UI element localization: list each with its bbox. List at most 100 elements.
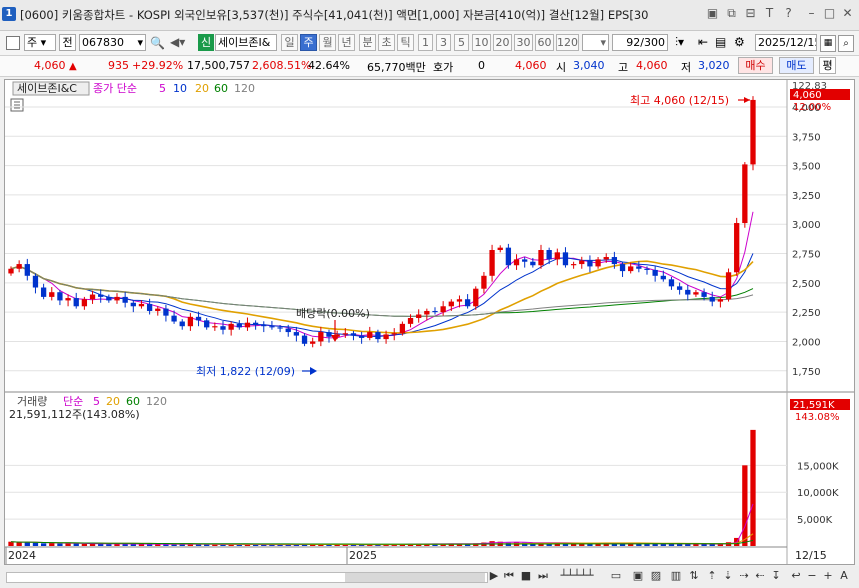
sell-button[interactable]: 매도 xyxy=(779,57,814,74)
scroll-thumb[interactable] xyxy=(345,573,485,582)
candle-body xyxy=(750,99,756,165)
date-field[interactable]: 2025/12/15 xyxy=(755,34,817,51)
interval-20[interactable]: 20 xyxy=(493,34,512,51)
tool-1-icon[interactable]: ▭ xyxy=(608,568,624,584)
count-field[interactable]: 92/300 xyxy=(612,34,668,51)
candle-body xyxy=(301,335,308,344)
interval-30[interactable]: 30 xyxy=(514,34,533,51)
help-icon[interactable]: ? xyxy=(781,6,796,21)
restore-icon[interactable]: ▣ xyxy=(705,6,720,21)
candle-body xyxy=(570,264,577,266)
interval-60[interactable]: 60 xyxy=(535,34,554,51)
buy-button[interactable]: 매수 xyxy=(738,57,773,74)
stock-name-field[interactable]: 세이브존I& xyxy=(215,34,277,51)
candle-body xyxy=(685,289,691,295)
price-ma-label: 종가 단순 xyxy=(93,82,137,95)
quote-bar: 4,060 ▲ 935 +29.92% 17,500,757 2,608.51%… xyxy=(0,56,859,77)
speed-slider[interactable]: ┴┴┴┴┴ xyxy=(557,568,597,584)
candle-body xyxy=(538,250,544,266)
tool-2-icon[interactable]: ▣ xyxy=(630,568,646,584)
stop-icon[interactable]: ■ xyxy=(518,568,534,584)
grid-toggle-icon[interactable] xyxy=(6,36,20,50)
open-label: 시 xyxy=(556,61,567,74)
tool-7-icon[interactable]: ⇣ xyxy=(720,568,736,584)
rewind-icon[interactable]: ⏮ xyxy=(501,568,517,584)
candle-body xyxy=(579,260,585,265)
type-select[interactable]: 주 ▾ xyxy=(24,34,56,51)
stock-code-input[interactable]: 067830 ▾ xyxy=(79,34,146,51)
tool-9-icon[interactable]: ⇠ xyxy=(752,568,768,584)
volume-bar xyxy=(65,543,71,546)
forward-icon[interactable]: ⏭ xyxy=(535,568,551,584)
zoom-in-icon[interactable]: + xyxy=(820,568,836,584)
tab-month[interactable]: 월 xyxy=(319,34,336,51)
gear-icon[interactable]: ⚙ xyxy=(734,35,745,49)
scroll-right-icon[interactable]: ▶ xyxy=(486,568,502,584)
candle-type-icon[interactable]: ⫶▾ xyxy=(675,35,684,50)
candle-body xyxy=(358,335,365,338)
interval-custom-select[interactable]: ▾ xyxy=(582,34,609,51)
tab-minute[interactable]: 분 xyxy=(359,34,376,51)
maximize-icon[interactable]: □ xyxy=(822,6,837,21)
tab-tick[interactable]: 틱 xyxy=(397,34,414,51)
tab-year[interactable]: 년 xyxy=(338,34,355,51)
minimize-icon[interactable]: – xyxy=(804,6,819,21)
price-change: 935 xyxy=(108,59,129,72)
tool-6-icon[interactable]: ⇡ xyxy=(704,568,720,584)
tab-second[interactable]: 초 xyxy=(378,34,395,51)
stock-chart[interactable]: 세이브존I&C 종가 단순 5 10 20 60 120 1,750 2,000 2… xyxy=(5,80,854,564)
chart-toolbar: 주 ▾ 전 067830 ▾ 🔍 ◀▾ 신 세이브존I& 일 주 월 년 분 초 … xyxy=(0,31,859,56)
calendar-icon[interactable]: ▦ xyxy=(820,35,836,52)
tile-icon[interactable]: ⧉ xyxy=(724,6,739,21)
save-icon[interactable]: ▤ xyxy=(715,35,726,49)
price-panel-name: 세이브존I&C xyxy=(17,82,77,95)
volume-bar xyxy=(49,543,55,546)
candle-body xyxy=(668,279,675,287)
tool-10-icon[interactable]: ↧ xyxy=(768,568,784,584)
link-icon[interactable]: ⊟ xyxy=(743,6,758,21)
candle-body xyxy=(522,259,528,262)
zoom-fit-icon[interactable]: ↩ xyxy=(788,568,804,584)
tab-day[interactable]: 일 xyxy=(281,34,298,51)
interval-10[interactable]: 10 xyxy=(472,34,491,51)
ma-5: 5 xyxy=(159,82,166,95)
candle-body xyxy=(440,306,446,313)
credit-badge: 신 xyxy=(198,34,214,51)
price-tick-label: 3,750 xyxy=(792,132,821,143)
ma-line-20 xyxy=(10,260,754,334)
price-tick-label: 2,250 xyxy=(792,308,821,319)
candle-body xyxy=(481,275,487,289)
interval-1[interactable]: 1 xyxy=(418,34,433,51)
interval-120[interactable]: 120 xyxy=(556,34,579,51)
interval-3[interactable]: 3 xyxy=(436,34,451,51)
bottom-bar: ▶ ⏮ ■ ⏭ ┴┴┴┴┴ ▭ ▣ ▨ ▥ ⇅ ⇡ ⇣ ⇢ ⇠ ↧ ↩ − + … xyxy=(0,566,859,588)
volume-bar xyxy=(16,542,22,546)
price-tick-label: 2,750 xyxy=(792,250,821,261)
scroll-track[interactable] xyxy=(6,572,488,583)
chart-area[interactable]: 세이브존I&C 종가 단순 5 10 20 60 120 1,750 2,000 2… xyxy=(4,79,855,565)
candle-body xyxy=(89,294,96,300)
font-size-icon[interactable]: A xyxy=(836,568,852,584)
tool-4-icon[interactable]: ▥ xyxy=(668,568,684,584)
search-date-icon[interactable]: ⌕ xyxy=(838,35,854,52)
candle-body xyxy=(65,298,71,301)
prev-button[interactable]: 전 xyxy=(59,34,76,51)
candle-body xyxy=(424,310,430,315)
search-icon[interactable]: 🔍 xyxy=(150,36,165,50)
eval-button[interactable]: 평 xyxy=(819,57,836,74)
tab-week[interactable]: 주 xyxy=(300,34,317,51)
tool-5-icon[interactable]: ⇅ xyxy=(686,568,702,584)
tool-8-icon[interactable]: ⇢ xyxy=(736,568,752,584)
candle-body xyxy=(497,247,503,250)
zoom-out-icon[interactable]: − xyxy=(804,568,820,584)
candle-body xyxy=(122,296,128,303)
candle-body xyxy=(277,327,283,329)
tool-3-icon[interactable]: ▨ xyxy=(648,568,664,584)
interval-5[interactable]: 5 xyxy=(454,34,469,51)
volume-ma-line-5 xyxy=(10,503,754,546)
fit-icon[interactable]: ⇤ xyxy=(698,35,708,49)
vol-ma-60: 60 xyxy=(126,395,140,408)
font-icon[interactable]: T xyxy=(762,6,777,21)
speaker-icon[interactable]: ◀▾ xyxy=(170,35,185,49)
close-icon[interactable]: ✕ xyxy=(840,6,855,21)
